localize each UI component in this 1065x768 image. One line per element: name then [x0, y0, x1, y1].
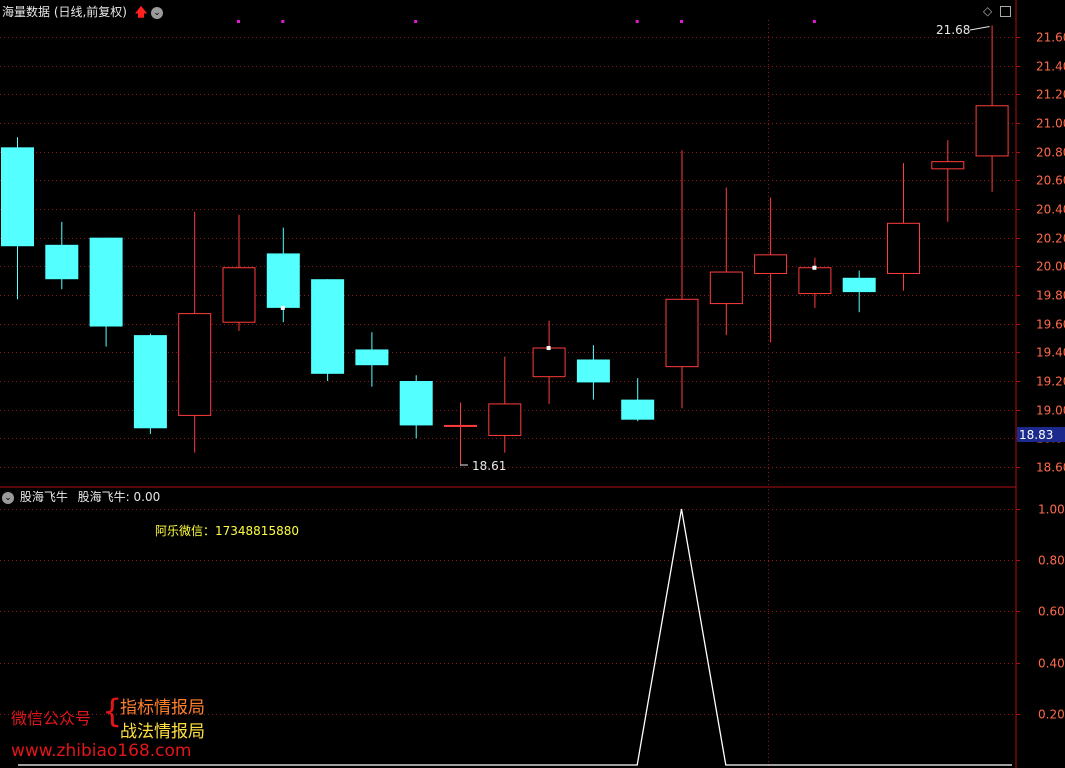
candle — [222, 214, 256, 331]
chart-canvas[interactable]: 21.60 21.40 21.20 21.00 20.80 20.60 20.40 20.20… — [0, 0, 1065, 768]
candle — [444, 402, 477, 466]
candle-body — [887, 222, 920, 274]
candle — [665, 150, 699, 409]
watermark-account-label: 微信公众号 — [11, 709, 92, 728]
candle — [355, 332, 389, 387]
candle-body — [665, 298, 699, 368]
candle-body — [45, 244, 79, 280]
red-up-arrow-icon: 🡅 — [134, 5, 148, 19]
price-tick-label: 18.60 — [1036, 461, 1065, 475]
candle-body — [488, 403, 522, 436]
indicator-tick-label: 0.80 — [1038, 554, 1065, 568]
candle — [399, 375, 433, 439]
price-tick-label: 19.40 — [1036, 346, 1065, 360]
candle-body — [311, 279, 345, 374]
candle-body — [709, 271, 743, 305]
price-tick-label: 19.20 — [1036, 375, 1065, 389]
signal-marker — [414, 20, 418, 23]
price-tick-label: 20.40 — [1036, 203, 1065, 217]
candle — [178, 211, 212, 453]
candle — [1, 137, 34, 300]
price-tick-label: 20.80 — [1036, 146, 1065, 160]
high-price-label: 21.68 — [936, 23, 970, 37]
candle — [45, 221, 79, 290]
price-tick-label: 19.80 — [1036, 289, 1065, 303]
candle — [842, 270, 876, 313]
signal-marker — [281, 20, 285, 23]
price-tick-label: 21.40 — [1036, 60, 1065, 74]
price-tick-label: 19.60 — [1036, 318, 1065, 332]
price-tick-label: 19.00 — [1036, 404, 1065, 418]
pivot-dot — [280, 305, 285, 310]
candle-body — [532, 347, 566, 378]
candle-body — [89, 237, 123, 327]
signal-marker — [812, 20, 816, 23]
price-tick-label: 21.20 — [1036, 88, 1065, 102]
price-tick-label: 21.00 — [1036, 117, 1065, 131]
indicator-title-bar: ⌄ 股海飞牛 股海飞牛: 0.00 — [2, 488, 160, 505]
candle — [532, 320, 566, 404]
signal-marker — [680, 20, 683, 23]
window-toggle-icon[interactable] — [1000, 6, 1012, 17]
signal-marker — [237, 20, 240, 23]
candle-body — [798, 267, 832, 295]
candle-body — [222, 267, 256, 323]
candle — [621, 378, 655, 422]
candle-body — [842, 277, 876, 293]
price-tick-label: 21.60 — [1036, 31, 1065, 45]
watermark-url: www.zhibiao168.com — [11, 741, 192, 761]
indicator-tick-label: 0.40 — [1038, 657, 1065, 671]
signal-marker — [635, 20, 639, 23]
chart-title: 海量数据 (日线,前复权) — [2, 5, 127, 19]
candle-body — [178, 313, 212, 416]
diamond-icon[interactable]: ◇ — [983, 4, 992, 18]
chevron-down-circle-icon[interactable]: ⌄ — [151, 6, 163, 19]
low-price-label: 18.61 — [472, 459, 506, 473]
high-arrow — [969, 25, 990, 31]
candle-body — [576, 359, 610, 383]
candle — [311, 279, 345, 381]
chart-top-right-tools: ◇ — [983, 4, 1012, 18]
last-price-label: 18.83 — [1019, 428, 1053, 442]
indicator-title: 股海飞牛 — [19, 490, 68, 504]
candle — [89, 237, 123, 347]
chart-title-bar: 海量数据 (日线,前复权) 🡅 ⌄ — [2, 3, 163, 24]
price-tick-label: 20.20 — [1036, 232, 1065, 246]
candle — [975, 25, 1009, 192]
price-tick-label: 20.00 — [1036, 260, 1065, 274]
candle-body — [975, 105, 1009, 157]
watermark-line1: 指标情报局 — [120, 698, 205, 718]
candle — [887, 163, 920, 291]
candle-body — [266, 253, 300, 308]
indicator-tick-label: 0.60 — [1038, 605, 1065, 619]
candle-body — [399, 380, 433, 426]
candle-body — [133, 335, 167, 429]
indicator-tick-label: 0.20 — [1038, 708, 1065, 722]
chevron-down-circle-icon[interactable]: ⌄ — [2, 491, 14, 504]
candle-body — [444, 424, 477, 427]
candle — [798, 257, 832, 308]
indicator-tick-label: 1.00 — [1038, 503, 1065, 517]
candle-body — [621, 399, 655, 420]
candle-body — [754, 254, 788, 274]
watermark-line2: 战法情报局 — [120, 722, 205, 742]
price-tick-label: 20.60 — [1036, 174, 1065, 188]
indicator-value: 股海飞牛: 0.00 — [77, 490, 161, 504]
candle — [133, 333, 167, 435]
candle-body — [931, 161, 965, 170]
candle — [754, 197, 788, 343]
contact-text: 阿乐微信：17348815880 — [155, 524, 299, 538]
candle-body — [355, 349, 389, 366]
candle — [709, 187, 743, 336]
pivot-dot — [546, 346, 551, 351]
candle — [576, 345, 610, 400]
pivot-dot — [812, 265, 817, 270]
candle-body — [1, 147, 34, 247]
